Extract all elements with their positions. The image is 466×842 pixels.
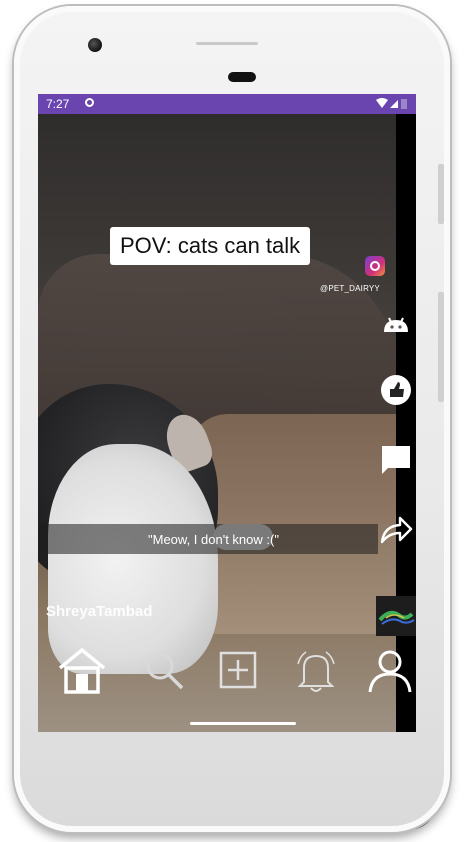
search-icon[interactable] <box>138 644 190 696</box>
status-bar: 7:27 <box>38 94 416 114</box>
video-subtitle: "Meow, I don't know :(" <box>148 532 279 547</box>
speaker-grille <box>196 42 258 45</box>
subtitle-bar: "Meow, I don't know :(" <box>38 524 378 554</box>
phone-screen: 7:27 POV: cats can talk @PET_DAIRYY "Meo… <box>38 94 416 732</box>
music-thumbnail-art <box>378 610 415 625</box>
home-gesture-indicator[interactable] <box>190 722 296 725</box>
home-icon[interactable] <box>56 644 108 696</box>
watermark-handle: @PET_DAIRYY <box>320 284 380 293</box>
bottom-navigation-bar <box>38 632 416 708</box>
video-caption: POV: cats can talk <box>110 227 311 265</box>
instagram-icon <box>365 256 385 276</box>
notifications-bell-icon[interactable] <box>290 644 342 696</box>
comment-icon[interactable] <box>378 442 414 478</box>
profile-icon[interactable] <box>364 644 416 696</box>
volume-button <box>438 292 444 402</box>
like-icon[interactable] <box>378 372 414 408</box>
add-post-icon[interactable] <box>212 644 264 696</box>
status-notification-icon <box>85 98 94 107</box>
cellular-signal-icon <box>390 100 398 108</box>
battery-icon <box>401 99 407 109</box>
wifi-icon <box>376 98 388 108</box>
front-camera <box>88 38 102 52</box>
power-button <box>438 164 444 224</box>
status-time: 7:27 <box>46 97 70 111</box>
creator-username[interactable]: ShreyaTambad <box>46 603 152 620</box>
phone-chin <box>38 732 416 792</box>
android-icon[interactable] <box>378 306 414 342</box>
share-icon[interactable] <box>378 512 414 548</box>
status-signal-icons <box>376 98 407 109</box>
earpiece <box>228 72 256 82</box>
music-disc-thumbnail[interactable] <box>376 596 416 636</box>
